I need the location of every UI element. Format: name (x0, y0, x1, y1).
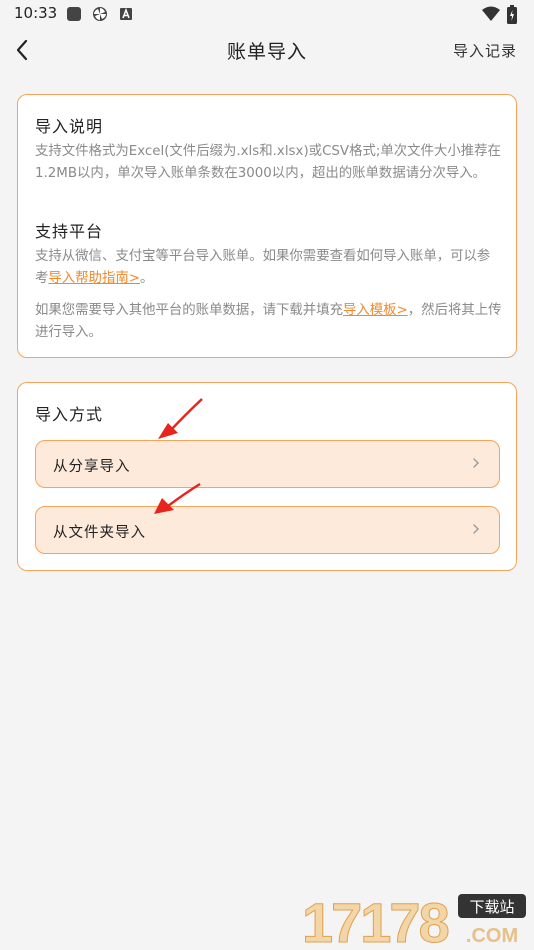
import-methods-card: 导入方式 从分享导入 从文件夹导入 (17, 382, 517, 571)
svg-text:.COM: .COM (466, 925, 518, 947)
import-template-link[interactable]: 导入模板> (343, 303, 408, 318)
pinwheel-icon (93, 7, 107, 21)
supported-platforms-title: 支持平台 (35, 222, 104, 241)
supported-platforms-text: 支持从微信、支付宝等平台导入账单。如果你需要查看如何导入账单，可以参考导入帮助指… (35, 246, 503, 290)
battery-icon (507, 5, 517, 24)
template-text: 如果您需要导入其他平台的账单数据，请下载并填充导入模板>，然后将其上传进行导入。 (35, 300, 503, 344)
import-instructions-text: 支持文件格式为Excel(文件后缀为.xls和.xlsx)或CSV格式;单次文件… (35, 144, 501, 181)
import-methods-title: 导入方式 (35, 405, 104, 424)
chevron-right-icon (473, 524, 479, 534)
import-from-share-button[interactable]: 从分享导入 (35, 440, 500, 488)
svg-text:17178: 17178 (302, 892, 449, 948)
status-time: 10:33 (14, 4, 58, 22)
import-from-share-label: 从分享导入 (53, 459, 131, 475)
chevron-right-icon (473, 458, 479, 468)
template-text-part1: 如果您需要导入其他平台的账单数据，请下载并填充 (35, 303, 343, 318)
import-info-card: 导入说明 支持文件格式为Excel(文件后缀为.xls和.xlsx)或CSV格式… (17, 94, 517, 358)
app-square-icon (67, 7, 81, 21)
a-badge-icon (120, 7, 132, 20)
svg-text:下载站: 下载站 (469, 898, 514, 916)
import-instructions-title: 导入说明 (35, 117, 104, 136)
import-from-folder-label: 从文件夹导入 (53, 525, 146, 541)
import-history-link[interactable]: 导入记录 (453, 40, 517, 61)
status-bar: 10:33 (0, 0, 534, 30)
import-help-guide-link[interactable]: 导入帮助指南> (48, 271, 140, 286)
supported-platforms-text-part2: 。 (139, 271, 154, 286)
watermark-logo-text: 17178 (302, 892, 452, 948)
app-bar: 账单导入 导入记录 (0, 30, 534, 70)
watermark-logo: 17178 下载站 .COM (302, 892, 526, 948)
wifi-icon (482, 6, 500, 21)
import-from-folder-button[interactable]: 从文件夹导入 (35, 506, 500, 554)
